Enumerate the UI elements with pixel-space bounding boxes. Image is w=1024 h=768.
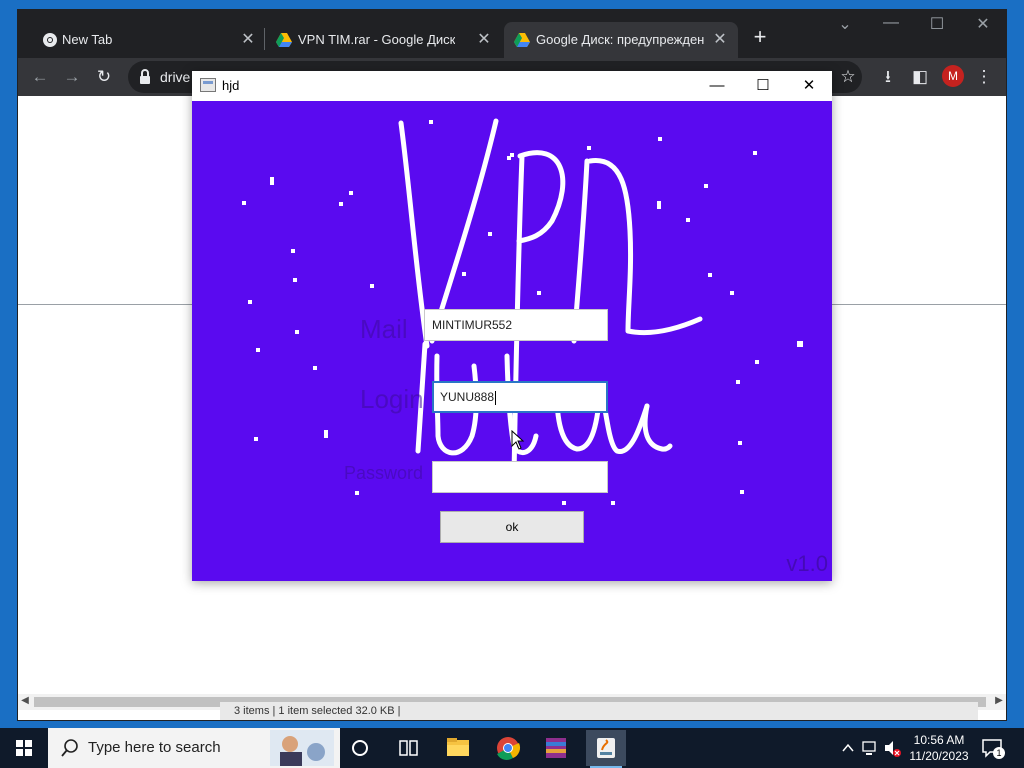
mail-field[interactable]: MINTIMUR552 (424, 309, 608, 341)
scroll-right-icon[interactable]: ▶ (992, 695, 1006, 706)
close-button[interactable]: ✕ (960, 14, 1006, 34)
close-tab-icon[interactable]: ✕ (474, 29, 494, 49)
taskbar: Type here to search 10:56 AM 11/20/2023 … (0, 728, 1024, 768)
notification-count-badge: 1 (993, 747, 1005, 759)
tray-chevron-icon[interactable] (840, 728, 856, 768)
search-highlight-image (270, 730, 334, 766)
cortana-icon[interactable] (336, 728, 384, 768)
mail-label: Mail (360, 314, 408, 344)
tab-title: VPN TIM.rar - Google Диск (298, 32, 456, 47)
java-icon[interactable] (582, 728, 630, 768)
explorer-status-bar: 3 items | 1 item selected 32.0 KB | (220, 702, 978, 720)
tab-vpn-tim[interactable]: VPN TIM.rar - Google Диск ✕ (266, 22, 502, 58)
background-art (242, 118, 803, 505)
mouse-cursor-icon (511, 430, 525, 450)
clock-date: 11/20/2023 (909, 749, 969, 763)
dialog-title: hjd (222, 78, 240, 93)
chrome-icon (43, 33, 57, 47)
system-clock[interactable]: 10:56 AM 11/20/2023 (902, 732, 976, 764)
dialog-close-button[interactable]: ✕ (786, 74, 832, 98)
version-label: v1.0 (786, 551, 828, 576)
scribble-vpn-yuunu (398, 118, 703, 479)
bookmark-star-icon[interactable]: ☆ (836, 65, 860, 89)
password-field[interactable] (432, 461, 608, 493)
google-drive-icon (514, 33, 530, 47)
menu-icon[interactable]: ⋮ (972, 65, 996, 89)
search-placeholder: Type here to search (88, 739, 221, 756)
ok-button[interactable]: ok (440, 511, 584, 543)
text-caret (495, 390, 497, 405)
login-field-value: YUNU888 (440, 390, 495, 404)
login-label: Login (360, 384, 424, 414)
login-field[interactable]: YUNU888 (432, 381, 608, 413)
new-tab-button[interactable]: + (746, 24, 774, 50)
taskbar-search-box[interactable]: Type here to search (48, 728, 340, 768)
clock-time: 10:56 AM (913, 733, 965, 747)
url-text: drive (160, 69, 191, 85)
tab-separator (264, 28, 265, 50)
tab-title: Google Диск: предупреждение (536, 32, 704, 47)
search-icon (61, 739, 78, 757)
tab-strip: New Tab ✕ VPN TIM.rar - Google Диск ✕ Go… (18, 10, 1006, 58)
forward-button[interactable]: → (60, 65, 84, 89)
download-icon[interactable]: ⭳ (876, 65, 900, 89)
tab-title: New Tab (62, 32, 113, 47)
java-window-icon (200, 78, 216, 92)
password-label: Password (344, 463, 424, 483)
dialog-minimize-button[interactable]: — (694, 74, 740, 98)
dialog-titlebar: hjd — ☐ ✕ (192, 71, 832, 101)
tab-search-icon[interactable]: ⌄ (822, 14, 868, 34)
minimize-button[interactable]: — (868, 14, 914, 32)
scroll-left-icon[interactable]: ◀ (18, 695, 32, 706)
lock-icon (140, 69, 150, 84)
google-drive-icon (276, 33, 292, 47)
maximize-button[interactable]: ☐ (914, 14, 960, 34)
login-dialog: hjd — ☐ ✕ Mail MINTIMUR552 Login YUNU888… (192, 71, 832, 581)
dialog-maximize-button[interactable]: ☐ (740, 74, 786, 98)
close-tab-icon[interactable]: ✕ (238, 29, 258, 49)
back-button[interactable]: ← (28, 65, 52, 89)
chrome-icon[interactable] (484, 728, 532, 768)
tab-new-tab[interactable]: New Tab ✕ (22, 22, 264, 58)
tab-google-drive-warning[interactable]: Google Диск: предупреждение ✕ (504, 22, 738, 58)
dialog-body: Mail MINTIMUR552 Login YUNU888 Password … (192, 101, 832, 581)
side-panel-icon[interactable]: ◧ (908, 65, 932, 89)
notification-center-icon[interactable]: 1 (980, 736, 1005, 760)
network-icon[interactable] (860, 728, 880, 768)
volume-muted-icon[interactable] (882, 728, 902, 768)
winrar-icon[interactable] (532, 728, 580, 768)
reload-button[interactable]: ↻ (92, 65, 116, 89)
task-view-icon[interactable] (384, 728, 432, 768)
file-explorer-icon[interactable] (434, 728, 482, 768)
windows-start-icon[interactable] (0, 728, 48, 768)
profile-avatar[interactable]: M (942, 65, 964, 87)
close-tab-icon[interactable]: ✕ (710, 29, 730, 49)
